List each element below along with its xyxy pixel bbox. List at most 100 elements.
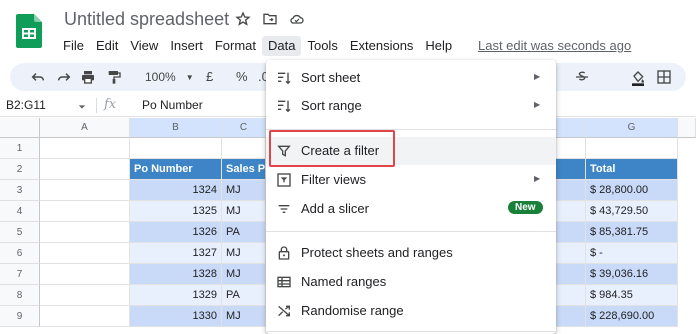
row-header-3[interactable]: 3 xyxy=(0,180,40,201)
cell[interactable] xyxy=(556,306,586,327)
borders-icon[interactable] xyxy=(656,69,672,85)
column-header-h[interactable] xyxy=(678,118,696,138)
row-header-9[interactable]: 9 xyxy=(0,306,40,327)
menu-item-randomise-range[interactable]: Randomise range xyxy=(266,297,556,325)
cell[interactable] xyxy=(40,159,130,180)
column-header-f[interactable] xyxy=(556,118,586,138)
row-header-6[interactable]: 6 xyxy=(0,243,40,264)
column-header-g[interactable]: G xyxy=(586,118,678,138)
cell-po[interactable]: 1328 xyxy=(130,264,222,285)
cell-po[interactable]: 1326 xyxy=(130,222,222,243)
cell[interactable] xyxy=(556,264,586,285)
menu-data[interactable]: Data xyxy=(262,36,302,56)
cell-sales[interactable]: PA xyxy=(222,285,266,306)
menu-item-add-slicer[interactable]: Add a slicer New xyxy=(266,195,556,223)
cell-sales[interactable]: PA xyxy=(222,222,266,243)
document-title[interactable]: Untitled spreadsheet xyxy=(64,9,229,30)
cell-total[interactable]: $ 39,036.16 xyxy=(586,264,678,285)
row-header-5[interactable]: 5 xyxy=(0,222,40,243)
row-header-4[interactable]: 4 xyxy=(0,201,40,222)
menu-insert[interactable]: Insert xyxy=(164,36,209,56)
cell[interactable] xyxy=(40,180,130,201)
menu-item-label: Randomise range xyxy=(301,303,404,318)
cell-po[interactable]: 1327 xyxy=(130,243,222,264)
sheets-logo[interactable] xyxy=(16,14,42,48)
cell-total[interactable]: $ 85,381.75 xyxy=(586,222,678,243)
cell-po[interactable]: 1325 xyxy=(130,201,222,222)
menu-item-filter-views[interactable]: Filter views ▶ xyxy=(266,166,556,194)
cell-po[interactable]: 1324 xyxy=(130,180,222,201)
cell-sales[interactable]: MJ xyxy=(222,243,266,264)
menu-item-label: Filter views xyxy=(301,172,367,187)
cell[interactable] xyxy=(586,138,678,159)
menu-item-protect-sheets[interactable]: Protect sheets and ranges xyxy=(266,239,556,267)
header-cell-po-number[interactable]: Po Number xyxy=(130,159,222,180)
cell-total[interactable]: $ 43,729.50 xyxy=(586,201,678,222)
cell[interactable] xyxy=(40,201,130,222)
row-header-1[interactable]: 1 xyxy=(0,138,40,159)
menu-view[interactable]: View xyxy=(124,36,164,56)
divider xyxy=(96,98,97,113)
cell[interactable] xyxy=(40,264,130,285)
cell[interactable] xyxy=(556,180,586,201)
cell[interactable] xyxy=(222,138,266,159)
column-header-c[interactable]: C xyxy=(222,118,266,138)
cell-total[interactable]: $ 984.35 xyxy=(586,285,678,306)
star-icon[interactable] xyxy=(233,9,253,29)
cell-po[interactable]: 1329 xyxy=(130,285,222,306)
zoom-select[interactable]: 100% ▼ xyxy=(145,70,194,84)
cell-po[interactable]: 1330 xyxy=(130,306,222,327)
cell-total[interactable]: $ - xyxy=(586,243,678,264)
cell[interactable] xyxy=(40,306,130,327)
chevron-down-icon[interactable] xyxy=(78,100,86,114)
fill-color-icon[interactable] xyxy=(630,69,646,87)
row-header-2[interactable]: 2 xyxy=(0,159,40,180)
cell[interactable] xyxy=(40,285,130,306)
header-cell-total[interactable]: Total xyxy=(586,159,678,180)
header-cell-sales-person[interactable]: Sales Pe xyxy=(222,159,266,180)
row-header-7[interactable]: 7 xyxy=(0,264,40,285)
strikethrough-icon[interactable] xyxy=(574,69,590,85)
cell[interactable] xyxy=(556,243,586,264)
cell[interactable] xyxy=(40,222,130,243)
print-icon[interactable] xyxy=(80,69,96,85)
select-all-corner[interactable] xyxy=(0,118,40,138)
cell-sales[interactable]: MJ xyxy=(222,180,266,201)
menu-item-sort-sheet[interactable]: Sort sheet ▶ xyxy=(266,64,556,92)
menu-help[interactable]: Help xyxy=(419,36,458,56)
cell[interactable] xyxy=(556,222,586,243)
column-header-a[interactable]: A xyxy=(40,118,130,138)
cell-sales[interactable]: MJ xyxy=(222,201,266,222)
percent-button[interactable]: % xyxy=(236,69,248,84)
cell[interactable] xyxy=(130,138,222,159)
menu-extensions[interactable]: Extensions xyxy=(344,36,420,56)
cell-sales[interactable]: MJ xyxy=(222,306,266,327)
cell[interactable] xyxy=(40,243,130,264)
cell-total[interactable]: $ 228,690.00 xyxy=(586,306,678,327)
column-header-b[interactable]: B xyxy=(130,118,222,138)
cell[interactable] xyxy=(40,138,130,159)
currency-button[interactable]: £ xyxy=(206,69,213,84)
cell[interactable] xyxy=(556,138,586,159)
cell[interactable] xyxy=(556,201,586,222)
redo-icon[interactable] xyxy=(56,69,72,85)
menu-edit[interactable]: Edit xyxy=(90,36,124,56)
cell[interactable] xyxy=(556,285,586,306)
header-cell[interactable] xyxy=(556,159,586,180)
name-box[interactable]: B2:G11 xyxy=(6,98,46,112)
menu-format[interactable]: Format xyxy=(209,36,262,56)
menu-item-named-ranges[interactable]: Named ranges xyxy=(266,268,556,296)
menu-tools[interactable]: Tools xyxy=(301,36,343,56)
last-edit-link[interactable]: Last edit was seconds ago xyxy=(478,38,631,53)
cloud-status-icon[interactable] xyxy=(287,9,307,29)
cell-sales[interactable]: MJ xyxy=(222,264,266,285)
row-header-8[interactable]: 8 xyxy=(0,285,40,306)
menu-item-label: Sort sheet xyxy=(301,70,361,85)
menu-item-sort-range[interactable]: Sort range ▶ xyxy=(266,92,556,120)
menu-file[interactable]: File xyxy=(57,36,90,56)
formula-input[interactable]: Po Number xyxy=(142,98,203,112)
move-folder-icon[interactable] xyxy=(260,9,280,29)
cell-total[interactable]: $ 28,800.00 xyxy=(586,180,678,201)
undo-icon[interactable] xyxy=(30,69,46,85)
paint-format-icon[interactable] xyxy=(106,69,122,85)
